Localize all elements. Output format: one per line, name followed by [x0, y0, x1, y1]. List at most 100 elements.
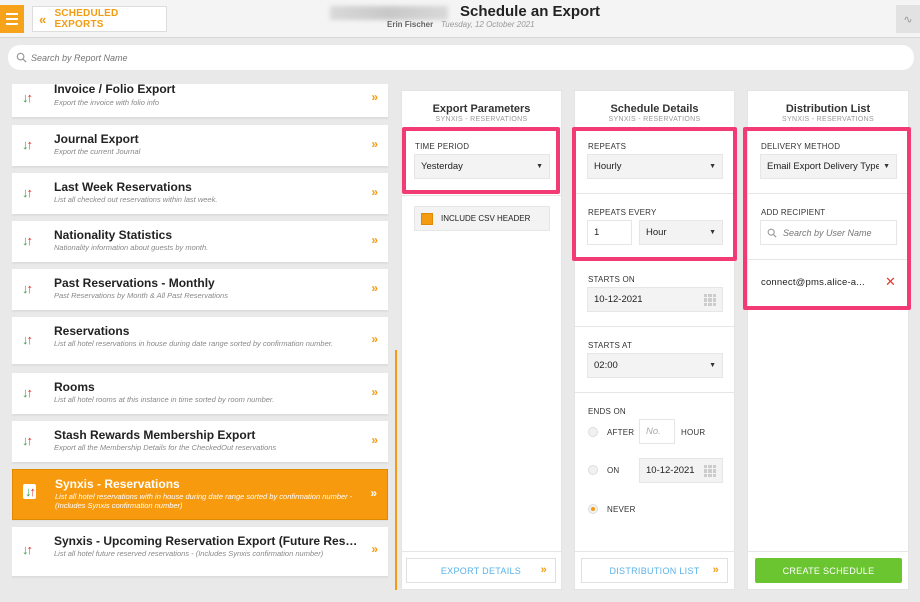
activity-icon[interactable]: ∿	[896, 5, 920, 33]
import-export-icon: ↓↑	[22, 281, 33, 296]
starts-at-select[interactable]: 02:00 ▼	[587, 353, 723, 378]
report-name: Invoice / Folio Export	[54, 84, 176, 96]
chevron-right-icon: »	[371, 233, 378, 247]
import-export-icon: ↓↑	[22, 233, 33, 248]
never-label: NEVER	[607, 505, 636, 514]
report-item-rooms[interactable]: ↓↑ Rooms List all hotel rooms at this in…	[12, 373, 388, 415]
export-details-button[interactable]: EXPORT DETAILS »	[406, 558, 556, 583]
chevron-right-icon: »	[540, 564, 547, 576]
starts-on-label: STARTS ON	[588, 275, 635, 284]
ends-never-radio[interactable]	[588, 504, 598, 514]
chevron-right-icon: »	[371, 90, 378, 104]
starts-at-value: 02:00	[594, 360, 618, 371]
import-export-icon: ↓↑	[22, 90, 33, 105]
hour-label: HOUR	[681, 428, 706, 437]
create-schedule-button[interactable]: CREATE SCHEDULE	[755, 558, 902, 583]
panel-title: Distribution List	[785, 103, 871, 115]
ends-after-radio[interactable]	[588, 427, 598, 437]
menu-icon[interactable]	[0, 5, 24, 33]
page-title: Schedule an Export	[460, 3, 601, 20]
ends-on-label: ENDS ON	[588, 407, 626, 416]
current-date: Tuesday, 12 October 2021	[441, 20, 535, 29]
ends-after-count-input[interactable]: No.	[639, 419, 675, 444]
report-name: Reservations	[54, 324, 130, 338]
starts-on-date-field[interactable]: 10-12-2021	[587, 287, 723, 312]
report-name: Nationality Statistics	[54, 228, 173, 242]
chevron-right-icon: »	[371, 332, 378, 346]
on-label: ON	[607, 466, 620, 475]
scheduled-exports-back-button[interactable]: « SCHEDULED EXPORTS	[32, 6, 167, 32]
report-item-past-reservations-monthly[interactable]: ↓↑ Past Reservations - Monthly Past Rese…	[12, 269, 388, 311]
report-name: Stash Rewards Membership Export	[54, 428, 256, 442]
divider	[575, 326, 734, 327]
highlight-time-period	[402, 127, 560, 194]
blurred-property-name	[330, 6, 448, 20]
distribution-list-label: DISTRIBUTION LIST	[609, 565, 700, 576]
distribution-list-button[interactable]: DISTRIBUTION LIST »	[581, 558, 728, 583]
report-description: List all hotel reservations with in hous…	[55, 492, 353, 510]
import-export-icon: ↓↑	[22, 332, 33, 347]
panel-title: Export Parameters	[432, 103, 531, 115]
checkbox-icon	[421, 212, 433, 225]
panel-subtitle: SYNXIS - RESERVATIONS	[782, 116, 874, 123]
chevron-right-icon: »	[371, 185, 378, 199]
chevron-right-icon: »	[371, 137, 378, 151]
after-placeholder: No.	[646, 426, 661, 437]
calendar-icon[interactable]	[704, 465, 716, 477]
report-item-last-week-reservations[interactable]: ↓↑ Last Week Reservations List all check…	[12, 173, 388, 215]
report-name: Past Reservations - Monthly	[54, 276, 215, 290]
divider	[748, 551, 908, 552]
report-item-synxis-reservations[interactable]: ↓↑ Synxis - Reservations List all hotel …	[12, 469, 388, 520]
report-name: Rooms	[54, 380, 95, 394]
caret-down-icon: ▼	[709, 362, 716, 369]
report-item-reservations[interactable]: ↓↑ Reservations List all hotel reservati…	[12, 317, 388, 365]
report-name: Last Week Reservations	[54, 180, 192, 194]
ends-on-date-radio[interactable]	[588, 465, 598, 475]
report-item-nationality-statistics[interactable]: ↓↑ Nationality Statistics Nationality in…	[12, 221, 388, 263]
import-export-icon: ↓↑	[22, 137, 33, 152]
chevron-right-icon: »	[370, 486, 377, 500]
ends-on-date-field[interactable]: 10-12-2021	[639, 458, 723, 483]
top-bar: « SCHEDULED EXPORTS Schedule an Export E…	[0, 0, 920, 38]
report-item-stash-rewards-membership-export[interactable]: ↓↑ Stash Rewards Membership Export Expor…	[12, 421, 388, 463]
report-name: Synxis - Upcoming Reservation Export (Fu…	[54, 534, 364, 548]
divider	[575, 551, 734, 552]
back-button-label: SCHEDULED EXPORTS	[54, 8, 119, 30]
report-name: Journal Export	[54, 132, 139, 146]
report-description: Export all the Membership Details for th…	[54, 443, 277, 452]
chevron-right-icon: »	[371, 281, 378, 295]
panel-title: Schedule Details	[610, 103, 699, 115]
panel-subtitle: SYNXIS - RESERVATIONS	[435, 116, 528, 123]
report-item-journal-export[interactable]: ↓↑ Journal Export Export the current Jou…	[12, 125, 388, 167]
chevron-right-icon: »	[712, 564, 719, 576]
divider	[402, 195, 561, 196]
include-csv-header-toggle[interactable]: INCLUDE CSV HEADER	[414, 206, 550, 231]
report-description: List all hotel future reserved reservati…	[54, 549, 324, 558]
report-search-bar[interactable]	[8, 45, 914, 70]
report-description: List all hotel rooms at this instance in…	[54, 395, 275, 404]
panel-subtitle: SYNXIS - RESERVATIONS	[608, 116, 701, 123]
user-name: Erin Fischer	[387, 20, 434, 29]
import-export-icon: ↓↑	[23, 484, 36, 499]
divider	[575, 392, 734, 393]
report-description: Past Reservations by Month & All Past Re…	[54, 291, 228, 300]
starts-at-label: STARTS AT	[588, 341, 633, 350]
starts-on-value: 10-12-2021	[594, 294, 643, 305]
divider	[402, 551, 561, 552]
import-export-icon: ↓↑	[22, 385, 33, 400]
calendar-icon[interactable]	[704, 294, 716, 306]
report-search-input[interactable]	[31, 52, 431, 63]
report-name: Synxis - Reservations	[55, 477, 180, 491]
import-export-icon: ↓↑	[22, 433, 33, 448]
double-chevron-left-icon: «	[39, 11, 47, 27]
report-item-synxis-upcoming-reservation-export[interactable]: ↓↑ Synxis - Upcoming Reservation Export …	[12, 527, 388, 577]
chevron-right-icon: »	[371, 385, 378, 399]
include-csv-header-label: INCLUDE CSV HEADER	[441, 214, 531, 223]
report-description: Export the current Journal	[54, 147, 141, 156]
scrollbar[interactable]	[395, 350, 397, 590]
after-label: AFTER	[607, 428, 635, 437]
report-description: Export the invoice with folio info	[54, 98, 160, 107]
report-item-invoice-folio-export[interactable]: ↓↑ Invoice / Folio Export Export the inv…	[12, 84, 388, 118]
export-details-label: EXPORT DETAILS	[440, 565, 522, 576]
import-export-icon: ↓↑	[22, 542, 33, 557]
